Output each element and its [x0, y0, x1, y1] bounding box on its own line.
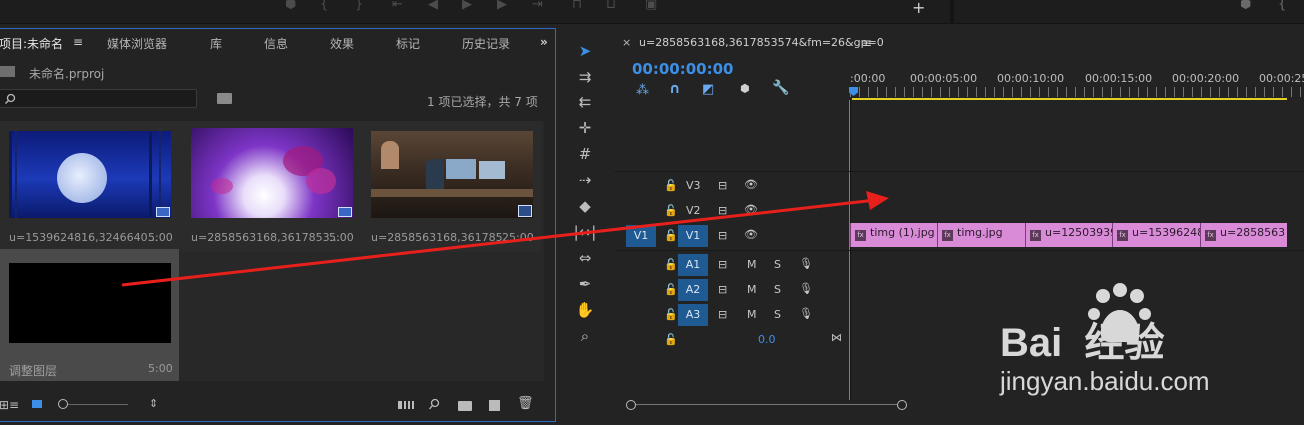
baidu-watermark: Bai 经验 jingyan.baidu.com	[1000, 282, 1290, 397]
watermark-url: jingyan.baidu.com	[1000, 366, 1210, 396]
watermark-brand: Bai 经验	[1000, 321, 1165, 365]
